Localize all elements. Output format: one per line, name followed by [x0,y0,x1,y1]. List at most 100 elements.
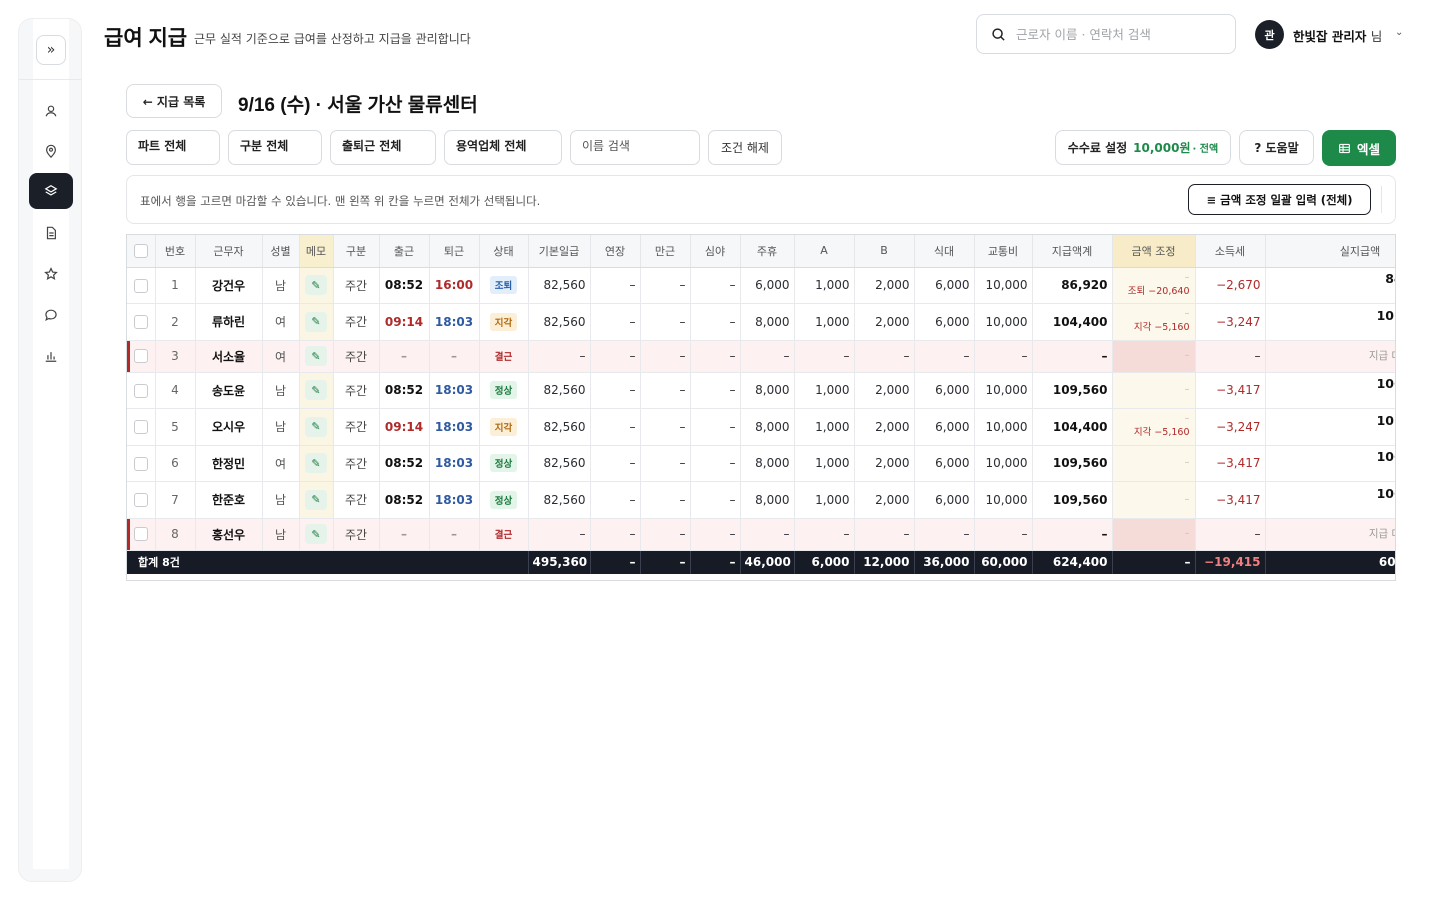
sidebar-item-messages[interactable] [29,297,73,333]
table-row[interactable]: 5 오시우 남 ✎ 주간 09:14 18:03 지각 82,560– – –8,000 1,000 2… [127,408,1395,446]
status-cell: 지각 [479,303,529,341]
clock-out-time: – [451,349,457,363]
row-select-cell[interactable] [127,340,156,373]
select-all-checkbox[interactable] [133,243,148,258]
memo-cell: ✎ [299,303,334,341]
avatar[interactable]: 관 [1255,20,1284,49]
sidebar-toggle-button[interactable]: » [36,35,66,65]
income-tax: −3,417 [1195,481,1266,519]
fee-settings-button[interactable]: 수수료 설정 10,000원 · 전액 [1055,130,1231,165]
pencil-icon[interactable]: ✎ [305,416,327,437]
adjustment-value: – [1184,384,1190,396]
worker-name[interactable]: 한정민 [195,445,263,482]
worker-name[interactable]: 류하린 [195,303,263,341]
net-pay-cell: 106,150확정 [1265,481,1395,519]
gross-pay: – [1032,340,1113,373]
table-row[interactable]: 3서소율여✎주간––결근––––––––––––지급 대상 아님 [127,340,1395,373]
sidebar-item-sites[interactable] [29,133,73,169]
memo-cell: ✎ [299,408,334,446]
pencil-icon[interactable]: ✎ [305,346,327,366]
adjustment-cell[interactable]: – [1112,481,1196,519]
select-all-header[interactable] [127,235,156,268]
agency-filter[interactable]: 용역업체 전체 [444,130,562,165]
column-header: 구분 [333,235,380,268]
bulk-adjustment-button[interactable]: ≡ 금액 조정 일괄 입력 (전체) [1188,184,1371,215]
help-button[interactable]: ? 도움말 [1239,130,1314,165]
table-row[interactable]: 1 강건우 남 ✎ 주간 08:52 16:00 조퇴 82,560– – –6,000 1,000 2… [127,267,1395,304]
row-select-cell[interactable] [127,303,156,341]
table-row[interactable]: 4 송도윤 남 ✎ 주간 08:52 18:03 정상 82,560– – –8,000 1,000 2… [127,372,1395,409]
row-checkbox[interactable] [133,315,148,329]
status-badge: 지각 [489,417,518,436]
clear-filters-button[interactable]: 조건 해제 [708,130,782,165]
part-filter[interactable]: 파트 전체 [126,130,220,165]
worker-name[interactable]: 송도윤 [195,372,263,409]
row-checkbox[interactable] [133,420,148,434]
worker-sex: 남 [262,372,300,409]
row-checkbox[interactable] [133,456,148,471]
chevron-down-icon[interactable]: ⌄ [1395,27,1403,38]
clock-out-cell: 18:03 [429,408,480,446]
adjustment-cell[interactable]: – 지각 −5,160 [1112,408,1196,446]
row-select-cell[interactable] [127,481,156,519]
sidebar-item-favorites[interactable] [29,256,73,292]
row-select-cell[interactable] [127,445,156,482]
night-pay: – [690,340,741,373]
user-menu[interactable]: 한빛잡 관리자 님 [1293,26,1382,45]
worker-name[interactable]: 홍선우 [195,518,263,551]
meal-allowance: – [914,340,975,373]
row-checkbox[interactable] [133,493,148,507]
layers-icon [44,185,58,196]
sidebar-item-payroll[interactable] [29,173,73,209]
pencil-icon[interactable]: ✎ [305,380,327,401]
adjustment-cell[interactable]: – 조퇴 −20,640 [1112,267,1196,304]
table-row[interactable]: 6 한정민 여 ✎ 주간 08:52 18:03 정상 82,560– – –8,000 1,000 2… [127,445,1395,482]
adjustment-cell[interactable]: – 지각 −5,160 [1112,303,1196,341]
attendance-filter[interactable]: 출퇴근 전체 [330,130,436,165]
row-select-cell[interactable] [127,267,156,304]
adjustment-cell[interactable]: – [1112,340,1196,373]
row-checkbox[interactable] [133,349,148,364]
adjustment-cell[interactable]: – [1112,372,1196,409]
pencil-icon[interactable]: ✎ [305,489,327,510]
back-to-list-button[interactable]: ← 지급 목록 [126,84,222,118]
divider [1381,186,1382,213]
table-grid-icon [1339,143,1350,153]
table-row[interactable]: 7 한준호 남 ✎ 주간 08:52 18:03 정상 82,560– – –8,000 1,000 2… [127,481,1395,519]
search-box[interactable] [976,14,1236,54]
excel-export-button[interactable]: 엑셀 [1322,130,1396,166]
base-pay: 82,560 [528,303,591,341]
row-select-cell[interactable] [127,372,156,409]
row-checkbox[interactable] [133,527,148,542]
adjustment-cell[interactable]: – [1112,445,1196,482]
sidebar-item-documents[interactable] [29,215,73,251]
row-checkbox[interactable] [133,383,148,398]
pencil-icon[interactable]: ✎ [305,311,327,332]
adjustment-value: – [1184,271,1190,283]
worker-name[interactable]: 한준호 [195,481,263,519]
row-checkbox[interactable] [133,278,148,293]
worker-name[interactable]: 오시우 [195,408,263,446]
adjustment-cell[interactable]: – [1112,518,1196,551]
adjustment-note: 지각 −5,160 [1133,322,1190,334]
table-row[interactable]: 8홍선우남✎주간––결근––––––––––––지급 대상 아님 [127,518,1395,551]
transport-allowance: 10,000 [974,267,1033,304]
row-select-cell[interactable] [127,408,156,446]
division-filter[interactable]: 구분 전체 [228,130,322,165]
row-select-cell[interactable] [127,518,156,551]
pencil-icon[interactable]: ✎ [305,453,327,474]
clock-in-time: 08:52 [384,456,424,471]
pencil-icon[interactable]: ✎ [305,524,327,544]
worker-name[interactable]: 서소율 [195,340,263,373]
pencil-icon[interactable]: ✎ [305,275,327,296]
night-pay: – [690,303,741,341]
worker-name[interactable]: 강건우 [195,267,263,304]
name-search-field[interactable]: 이름 검색 [570,130,700,165]
search-input[interactable] [1016,26,1216,42]
adjustment-value: – [1184,493,1190,505]
allowance-b: 2,000 [854,303,915,341]
sidebar-item-stats[interactable] [29,338,73,374]
full-attendance-pay: – [640,267,691,304]
sidebar-item-workers[interactable] [29,93,73,129]
table-row[interactable]: 2 류하린 여 ✎ 주간 09:14 18:03 지각 82,560– – –8,000 1,000 2… [127,303,1395,341]
